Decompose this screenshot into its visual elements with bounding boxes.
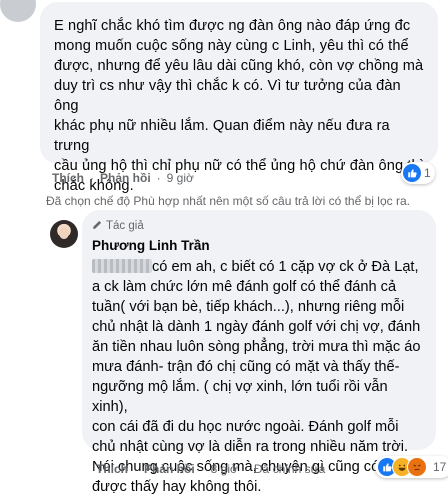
angry-icon — [407, 457, 427, 477]
like-button[interactable]: Thích — [52, 171, 84, 185]
like-button[interactable]: Thích — [96, 462, 128, 476]
filter-note: Đã chọn chế độ Phù hợp nhất nên một số c… — [46, 194, 410, 208]
reaction-count: 17 — [433, 460, 447, 474]
separator: · — [156, 171, 161, 185]
author-badge-label: Tác giả — [106, 220, 144, 232]
author-name[interactable]: Phương Linh Trần — [92, 238, 424, 256]
reply-text: có em ah, c biết có 1 cặp vợ ck ở Đà Lạt… — [92, 257, 424, 497]
redacted-mention — [92, 259, 152, 273]
reply-text-first-line: có em ah, c biết có 1 cặp vợ ck ở Đà Lạt… — [152, 259, 419, 275]
comment-actions: Thích · Phản hồi · 9 giờ — [52, 171, 194, 185]
pencil-icon — [92, 220, 102, 233]
comment-timestamp[interactable]: 9 giờ — [167, 171, 194, 185]
reply-timestamp[interactable]: 8 giờ — [211, 462, 238, 476]
author-avatar[interactable] — [50, 220, 78, 248]
reply-bubble: Tác giả Phương Linh Trần có em ah, c biế… — [82, 210, 436, 495]
comment-reactions[interactable]: 1 — [401, 162, 435, 184]
author-badge: Tác giả — [92, 218, 424, 234]
separator: · — [243, 462, 248, 476]
comment-thread: E nghĩ chắc khó tìm được ng đàn ông nào … — [0, 0, 448, 495]
comment-text: E nghĩ chắc khó tìm được ng đàn ông nào … — [54, 18, 424, 194]
edited-label[interactable]: Đã chỉnh sửa — [254, 462, 325, 476]
reply-button[interactable]: Phản hồi — [100, 171, 151, 185]
reply-button[interactable]: Phản hồi — [144, 462, 195, 476]
reply-actions: Thích · Phản hồi · 8 giờ · Đã chỉnh sửa — [96, 462, 325, 476]
reply-reactions[interactable]: 17 — [375, 456, 448, 478]
separator: · — [200, 462, 205, 476]
separator: · — [90, 171, 94, 185]
thumbs-up-icon — [403, 164, 421, 182]
separator: · — [134, 462, 138, 476]
reaction-count: 1 — [424, 166, 431, 180]
comment-bubble: E nghĩ chắc khó tìm được ng đàn ông nào … — [40, 2, 438, 194]
commenter-avatar[interactable] — [0, 0, 36, 22]
